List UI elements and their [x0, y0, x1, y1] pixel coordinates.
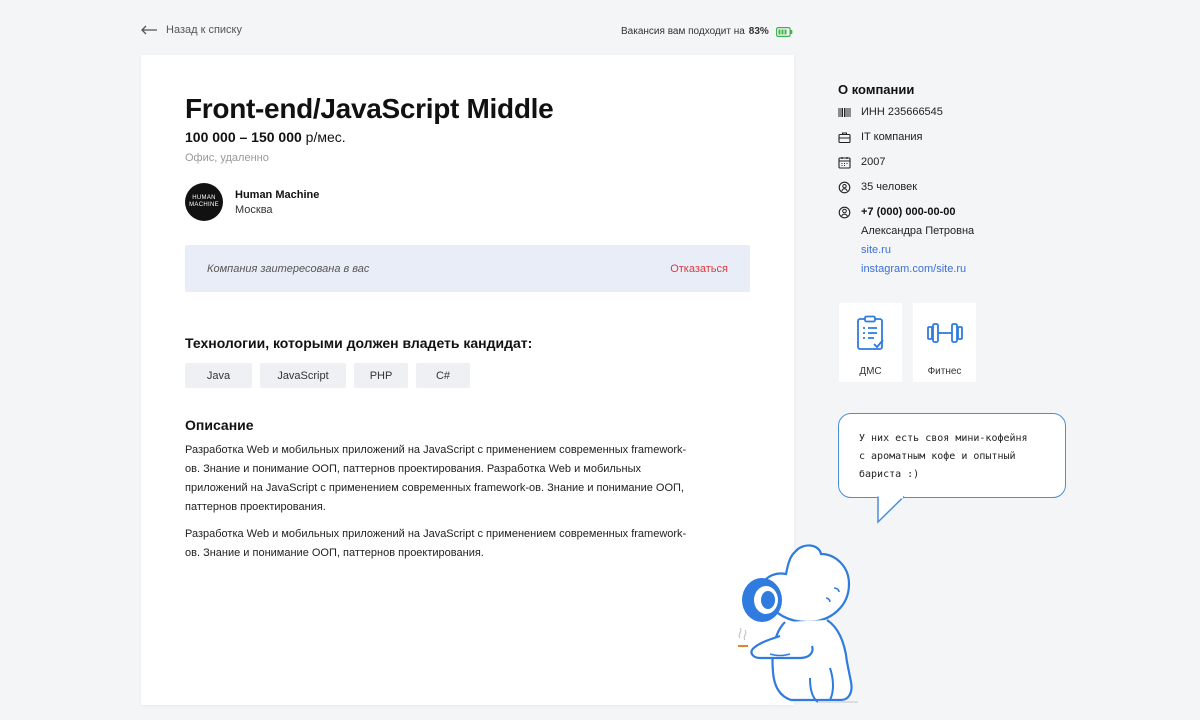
arrow-left-icon: [140, 25, 158, 35]
barcode-icon: [838, 106, 851, 119]
benefit-label: Фитнес: [927, 366, 962, 377]
tech-tag: C#: [416, 363, 470, 388]
user-icon: [838, 206, 851, 219]
salary-range: 100 000 – 150 000: [185, 129, 302, 145]
company-logo: HUMAN MACHINE: [185, 183, 223, 221]
dumbbell-icon: [926, 315, 964, 356]
description: Разработка Web и мобильных приложений на…: [185, 441, 695, 563]
company-name: Human Machine: [235, 188, 320, 201]
salary-unit: р/мес.: [305, 129, 346, 145]
company-info[interactable]: HUMAN MACHINE Human Machine Москва: [185, 183, 319, 221]
decline-button[interactable]: Отказаться: [670, 263, 728, 275]
instagram-link[interactable]: instagram.com/site.ru: [861, 263, 974, 276]
match-indicator: Вакансия вам подходит на 83%: [621, 26, 793, 37]
benefit-label: ДМС: [859, 366, 882, 377]
people-icon: [838, 181, 851, 194]
type-row: IT компания: [838, 131, 1078, 156]
tech-tag: PHP: [354, 363, 408, 388]
bubble-tail: [877, 496, 905, 524]
employees-row: 35 человек: [838, 181, 1078, 206]
benefit-fitness: Фитнес: [913, 303, 976, 382]
bubble-line: с ароматным кофе и опытный: [859, 451, 1016, 462]
contact-phone[interactable]: +7 (000) 000-00-00: [861, 206, 974, 219]
contact-block: +7 (000) 000-00-00 Александра Петровна s…: [861, 206, 974, 276]
bubble-line: У них есть своя мини-кофейня: [859, 433, 1028, 444]
clipboard-icon: [856, 315, 886, 356]
inn-text: ИНН 235666545: [861, 106, 943, 118]
interest-banner: Компания заитересована в вас Отказаться: [185, 245, 750, 292]
salary: 100 000 – 150 000 р/мес.: [185, 129, 346, 145]
founded-year: 2007: [861, 156, 886, 168]
mascot-illustration: [738, 544, 858, 703]
about-title: О компании: [838, 82, 915, 97]
interest-text: Компания заитересована в вас: [207, 262, 370, 275]
benefit-dms: ДМС: [839, 303, 902, 382]
benefits-list: ДМС Фитнес: [839, 303, 976, 382]
year-row: 2007: [838, 156, 1078, 181]
tech-tag: JavaScript: [260, 363, 346, 388]
inn-row: ИНН 235666545: [838, 106, 1078, 131]
tech-title: Технологии, которыми должен владеть канд…: [185, 335, 533, 351]
employees-count: 35 человек: [861, 181, 918, 193]
logo-text: HUMAN MACHINE: [189, 195, 219, 208]
back-to-list-link[interactable]: Назад к списку: [140, 24, 242, 36]
briefcase-icon: [838, 131, 851, 144]
contact-person: Александра Петровна: [861, 225, 975, 237]
company-sidebar: О компании ИНН 235666545 IT компания 200…: [838, 82, 1078, 276]
description-paragraph: Разработка Web и мобильных приложений на…: [185, 528, 687, 559]
description-title: Описание: [185, 417, 254, 433]
description-paragraph: Разработка Web и мобильных приложений на…: [185, 444, 687, 513]
company-type: IT компания: [861, 131, 923, 143]
company-city: Москва: [235, 203, 273, 216]
contact-row: +7 (000) 000-00-00 Александра Петровна s…: [838, 206, 1078, 276]
vacancy-card: Front-end/JavaScript Middle 100 000 – 15…: [141, 55, 794, 705]
site-link[interactable]: site.ru: [861, 244, 974, 257]
vacancy-title: Front-end/JavaScript Middle: [185, 93, 554, 124]
work-format: Офис, удаленно: [185, 152, 269, 164]
match-prefix: Вакансия вам подходит на: [621, 26, 745, 37]
speech-bubble: У них есть своя мини-кофейня с ароматным…: [838, 413, 1066, 498]
back-label: Назад к списку: [166, 24, 242, 36]
bubble-line: бариста :): [859, 469, 920, 480]
battery-icon: [775, 26, 793, 37]
calendar-icon: [838, 156, 851, 169]
tech-tags: Java JavaScript PHP C#: [185, 363, 470, 388]
match-value: 83%: [748, 26, 769, 37]
tech-tag: Java: [185, 363, 252, 388]
